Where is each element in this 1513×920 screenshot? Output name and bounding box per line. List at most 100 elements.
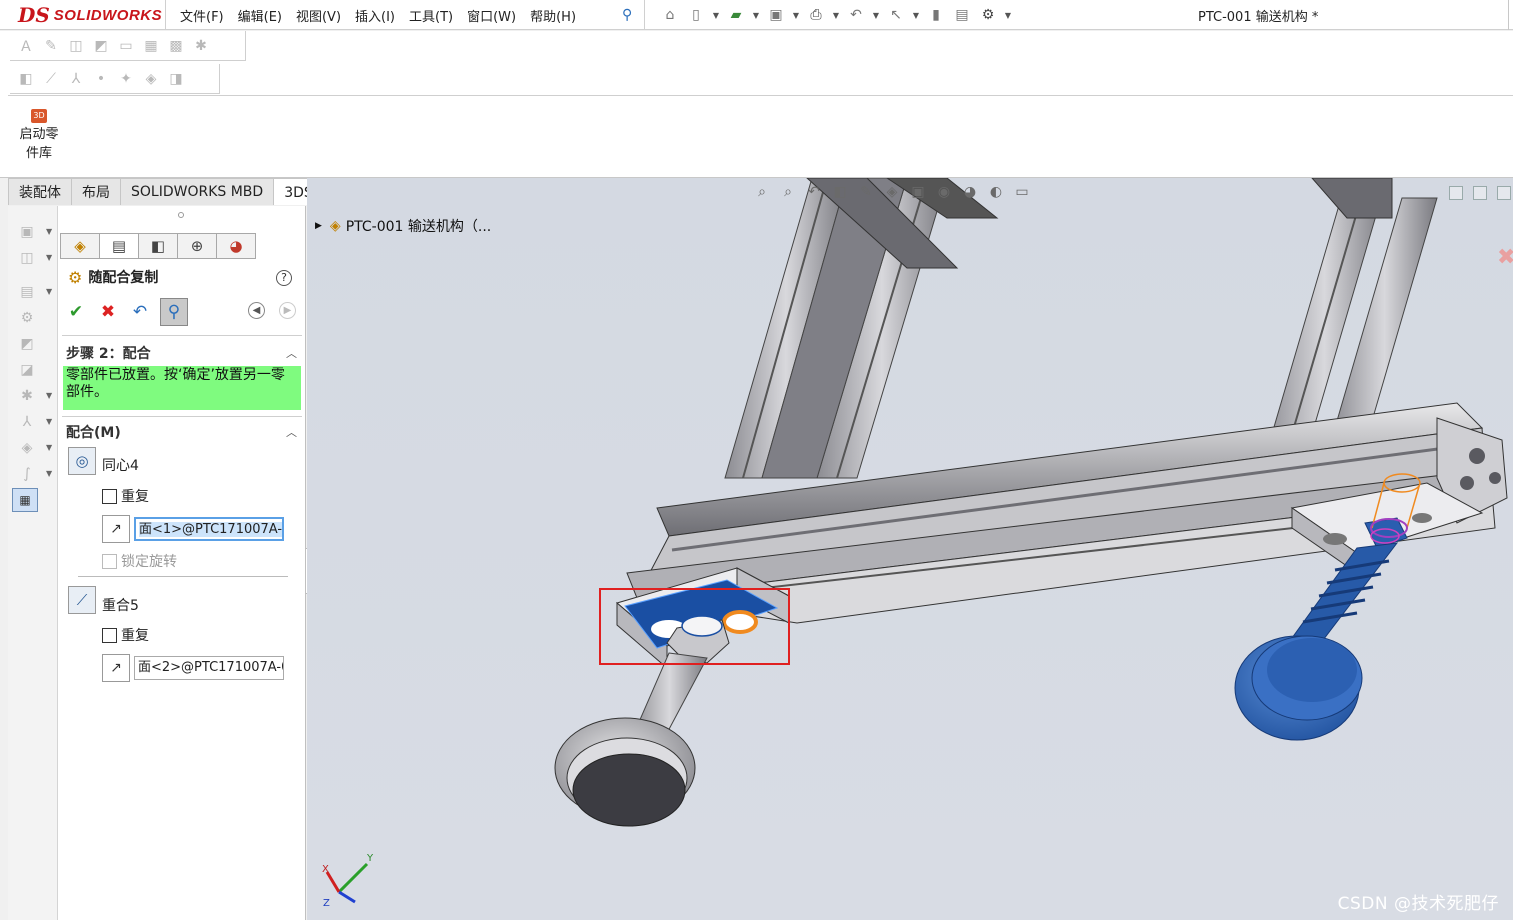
frame-upright-left[interactable] [724, 178, 999, 479]
ok-button[interactable]: ✔ [64, 300, 88, 324]
move-component-icon[interactable]: ◩ [16, 334, 38, 354]
flyout-tree-root[interactable]: ▶ ◈ PTC-001 输送机构（... [315, 216, 491, 236]
flip-alignment-icon[interactable]: ↗ [102, 515, 130, 543]
next-arrow-icon[interactable]: ▶ [279, 302, 296, 319]
apply-scene-icon[interactable]: ◐ [986, 182, 1006, 202]
rebuild-icon[interactable]: ▮ [926, 6, 946, 24]
zoom-to-fit-icon[interactable]: ⌕ [752, 182, 772, 202]
chevron-down-icon[interactable]: ▼ [46, 417, 52, 426]
hatch-icon[interactable]: ▩ [166, 36, 186, 56]
chevron-down-icon[interactable]: ▼ [912, 6, 920, 24]
zoom-to-area-icon[interactable]: ⌕ [778, 182, 798, 202]
menu-edit[interactable]: 编辑(E) [238, 6, 282, 25]
keep-visible-pin-button[interactable]: ⚲ [160, 298, 188, 326]
show-hidden-icon[interactable]: ◪ [16, 360, 38, 380]
new-motion-study-icon[interactable]: ◈ [16, 438, 38, 458]
section-view-icon[interactable]: ◨ [166, 69, 186, 89]
graphics-area[interactable]: ▶ ◈ PTC-001 输送机构（... ⌕ ⌕ ↶ ◧ ✎ ◈ ▣ ◉ ◕ ◐… [307, 178, 1513, 920]
collapse-icon[interactable]: ︿ [286, 345, 297, 361]
feature-manager-tab-icon[interactable]: ◈ [60, 233, 100, 259]
chevron-down-icon[interactable]: ▼ [46, 469, 52, 478]
configuration-manager-tab-icon[interactable]: ◧ [138, 233, 178, 259]
cancel-button[interactable]: ✖ [96, 300, 120, 324]
display-manager-tab-icon[interactable]: ◕ [216, 233, 256, 259]
maximize-viewport-icon[interactable] [1473, 186, 1487, 200]
settings-tool-icon[interactable]: ✱ [191, 36, 211, 56]
step-header[interactable]: 步骤 2：配合 [66, 343, 151, 363]
chevron-down-icon[interactable]: ▼ [752, 6, 760, 24]
bounding-box-icon[interactable]: ◈ [141, 69, 161, 89]
chevron-down-icon[interactable]: ▼ [46, 287, 52, 296]
close-preview-icon[interactable]: ✖ [1497, 245, 1513, 270]
coincident-mate-icon[interactable]: ⟋ [68, 586, 96, 614]
file-properties-icon[interactable]: ▤ [952, 6, 972, 24]
chevron-down-icon[interactable]: ▼ [46, 253, 52, 262]
lock-rotation-checkbox[interactable]: 锁定旋转 [102, 551, 177, 571]
coordinate-system-icon[interactable]: ⅄ [66, 69, 86, 89]
bill-of-materials-icon[interactable]: ∫ [16, 464, 38, 484]
checkbox[interactable] [102, 488, 117, 504]
menu-insert[interactable]: 插入(I) [355, 6, 395, 25]
menu-window[interactable]: 窗口(W) [467, 6, 516, 25]
new-document-icon[interactable]: ▯ [686, 6, 706, 24]
instant3d-icon[interactable]: ▦ [12, 488, 38, 512]
chevron-down-icon[interactable]: ▼ [712, 6, 720, 24]
edit-appearance-icon[interactable]: ◕ [960, 182, 980, 202]
open-folder-icon[interactable]: ▰ [726, 6, 746, 24]
previous-view-icon[interactable]: ↶ [804, 182, 824, 202]
view-settings-icon[interactable]: ▭ [1012, 182, 1032, 202]
repeat-checkbox-1[interactable]: 重复 [102, 486, 149, 506]
launch-library-button[interactable]: 3D 启动零 件库 [12, 109, 66, 163]
annotation-icon[interactable]: Ａ [16, 36, 36, 56]
tab-assembly[interactable]: 装配体 [8, 178, 72, 205]
chevron-down-icon[interactable]: ▼ [872, 6, 880, 24]
display-style-icon[interactable]: ▣ [908, 182, 928, 202]
note-icon[interactable]: ✎ [41, 36, 61, 56]
solidworks-logo[interactable]: DS SOLIDWORKS [18, 0, 162, 30]
section-view-icon[interactable]: ◧ [830, 182, 850, 202]
restore-viewport-icon[interactable] [1449, 186, 1463, 200]
mate-name-concentric[interactable]: 同心4 [102, 455, 139, 475]
hide-show-items-icon[interactable]: ◉ [934, 182, 954, 202]
face-selection-field-2[interactable]: 面<2>@PTC171007A-01 [134, 656, 284, 680]
mate-reference-icon[interactable]: ✦ [116, 69, 136, 89]
checkbox[interactable] [102, 553, 117, 569]
mates-header[interactable]: 配合(M) [66, 422, 121, 442]
chevron-down-icon[interactable]: ▼ [1004, 6, 1012, 24]
save-icon[interactable]: ▣ [766, 6, 786, 24]
property-manager-tab-icon[interactable]: ▤ [99, 233, 139, 259]
menu-tools[interactable]: 工具(T) [409, 6, 453, 25]
chevron-down-icon[interactable]: ▼ [46, 443, 52, 452]
collapse-icon[interactable]: ︿ [286, 424, 297, 440]
tab-mbd[interactable]: SOLIDWORKS MBD [120, 178, 275, 205]
home-icon[interactable]: ⌂ [660, 6, 680, 24]
dimxpert-tab-icon[interactable]: ⊕ [177, 233, 217, 259]
chevron-down-icon[interactable]: ▼ [46, 227, 52, 236]
smart-fasteners-icon[interactable]: ⚙ [16, 308, 38, 328]
mate-name-coincident[interactable]: 重合5 [102, 595, 139, 615]
help-icon[interactable]: ? [276, 270, 292, 286]
tab-layout[interactable]: 布局 [71, 178, 121, 205]
gear-icon[interactable]: ⚙ [978, 6, 998, 24]
print-icon[interactable]: ⎙ [806, 6, 826, 24]
insert-component-icon[interactable]: ▣ [16, 222, 38, 242]
panel-grip[interactable] [178, 212, 184, 218]
repeat-checkbox-2[interactable]: 重复 [102, 625, 149, 645]
balloon-icon[interactable]: ◫ [66, 36, 86, 56]
pin-menu-icon[interactable]: ⚲ [622, 7, 636, 23]
expand-arrow-icon[interactable]: ▶ [315, 221, 322, 231]
menu-help[interactable]: 帮助(H) [530, 6, 576, 25]
point-icon[interactable]: • [91, 69, 111, 89]
auto-balloon-icon[interactable]: ◩ [91, 36, 111, 56]
axis-icon[interactable]: ⟋ [41, 69, 61, 89]
flip-alignment-icon[interactable]: ↗ [102, 654, 130, 682]
close-viewport-icon[interactable] [1497, 186, 1511, 200]
grey-leveling-foot[interactable] [554, 615, 730, 827]
view-orientation-icon[interactable]: ◈ [882, 182, 902, 202]
undo-icon[interactable]: ↶ [846, 6, 866, 24]
reference-geometry-icon[interactable]: ⅄ [16, 412, 38, 432]
plane-icon[interactable]: ◧ [16, 69, 36, 89]
component-pattern-icon[interactable]: ▤ [16, 282, 38, 302]
undo-button[interactable]: ↶ [128, 300, 152, 324]
chevron-down-icon[interactable]: ▼ [46, 391, 52, 400]
